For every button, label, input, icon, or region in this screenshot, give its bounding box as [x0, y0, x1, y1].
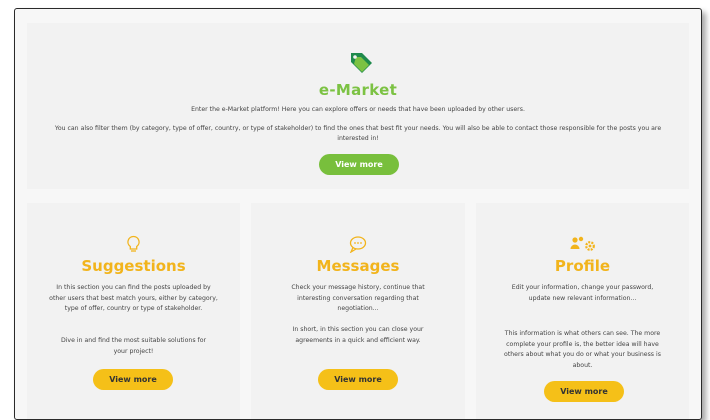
emarket-intro: Enter the e-Market platform! Here you ca… — [191, 106, 525, 113]
lightbulb-icon — [127, 235, 140, 252]
profile-text: Edit your information, change your passw… — [511, 284, 654, 302]
users-gear-icon — [570, 236, 595, 251]
profile-text-2: This information is what others can see.… — [504, 330, 661, 369]
price-tag-icon — [351, 53, 372, 73]
suggestions-text: In this section you can find the posts u… — [49, 284, 218, 312]
profile-title: Profile — [554, 257, 611, 275]
emarket-title: e-Market — [318, 81, 398, 99]
suggestions-view-more-button[interactable]: View more — [93, 369, 173, 390]
chat-bubble-icon — [349, 236, 367, 253]
suggestions-text-2: Dive in and find the most suitable solut… — [60, 337, 207, 355]
messages-text: Check your message history, continue tha… — [291, 284, 425, 312]
messages-text-2: In short, in this section you can close … — [292, 326, 424, 344]
emarket-section: e-Market Enter the e-Market platform! He… — [27, 23, 689, 189]
suggestions-title: Suggestions — [81, 257, 186, 275]
emarket-description: You can also filter them (by category, t… — [54, 125, 662, 142]
profile-view-more-button[interactable]: View more — [544, 381, 624, 402]
messages-view-more-button[interactable]: View more — [318, 369, 398, 390]
messages-card: Messages Check your message history, con… — [251, 203, 465, 419]
suggestions-card: Suggestions In this section you can find… — [27, 203, 240, 419]
emarket-view-more-button[interactable]: View more — [319, 154, 399, 175]
app-frame: e-Market Enter the e-Market platform! He… — [14, 8, 702, 420]
messages-title: Messages — [316, 257, 400, 275]
profile-card: Profile Edit your information, change yo… — [476, 203, 689, 419]
